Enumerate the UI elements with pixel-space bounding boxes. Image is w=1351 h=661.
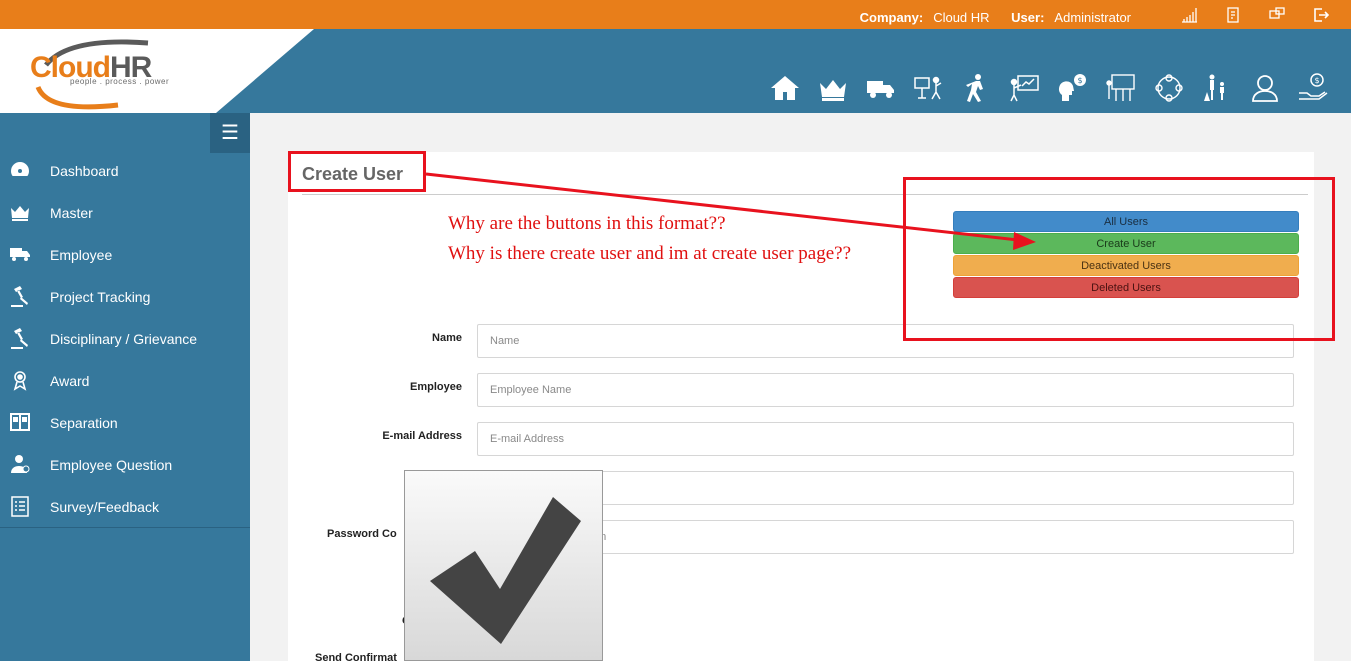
annotation-arrow [425,172,1036,250]
